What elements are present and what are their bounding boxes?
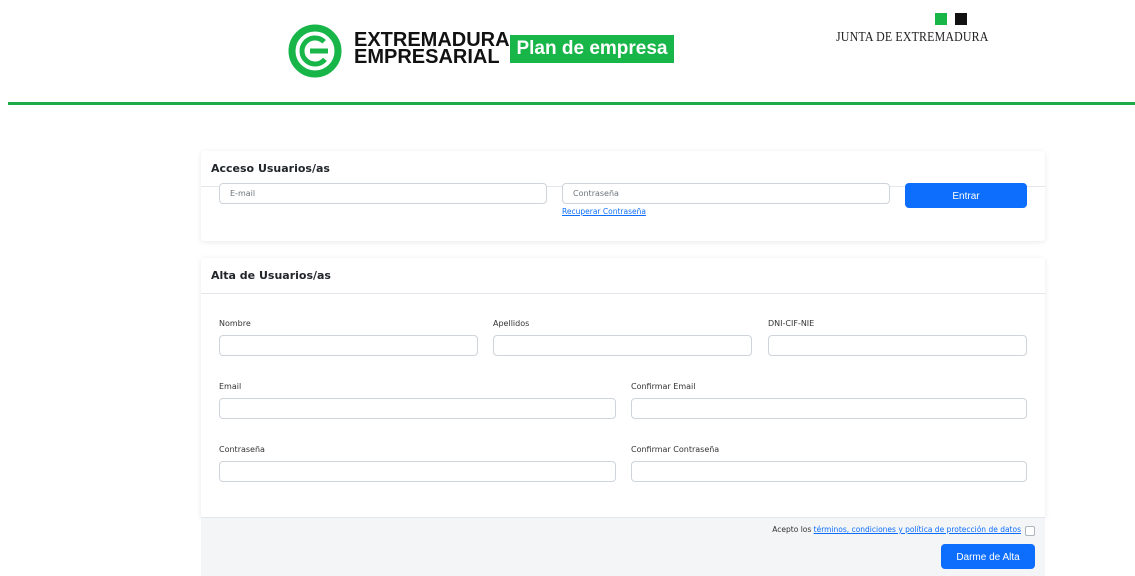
- confirm-email-label: Confirmar Email: [631, 382, 696, 391]
- terms-prefix: Acepto los: [772, 525, 814, 534]
- terms-text: Acepto los términos, condiciones y polít…: [772, 525, 1021, 534]
- login-title: Acceso Usuarios/as: [201, 151, 1045, 187]
- recover-password-link[interactable]: Recuperar Contraseña: [562, 207, 646, 216]
- password-label: Contraseña: [219, 445, 265, 454]
- apellidos-label: Apellidos: [493, 319, 530, 328]
- login-submit-button[interactable]: Entrar: [905, 183, 1027, 208]
- nombre-input[interactable]: [219, 335, 478, 356]
- confirm-password-label: Confirmar Contraseña: [631, 445, 720, 454]
- signup-footer: Acepto los términos, condiciones y polít…: [201, 517, 1045, 576]
- email-input[interactable]: [219, 398, 616, 419]
- login-email-input[interactable]: [219, 183, 547, 204]
- confirm-password-input[interactable]: [631, 461, 1027, 482]
- terms-checkbox[interactable]: [1025, 526, 1035, 536]
- header-divider: [8, 102, 1135, 105]
- email-label: Email: [219, 382, 242, 391]
- login-password-input[interactable]: [562, 183, 890, 204]
- apellidos-input[interactable]: [493, 335, 752, 356]
- confirm-email-input[interactable]: [631, 398, 1027, 419]
- terms-link[interactable]: términos, condiciones y política de prot…: [814, 525, 1021, 534]
- plan-de-empresa-badge: Plan de empresa: [510, 35, 674, 63]
- junta-logo-text: JUNTA DE EXTREMADURA: [836, 30, 989, 45]
- signup-title: Alta de Usuarios/as: [201, 258, 1045, 294]
- nombre-label: Nombre: [219, 319, 251, 328]
- signup-submit-button[interactable]: Darme de Alta: [941, 544, 1035, 569]
- junta-logo-icon: [935, 10, 975, 29]
- extremadura-empresarial-logo-icon: [288, 24, 342, 78]
- password-input[interactable]: [219, 461, 616, 482]
- signup-card: Alta de Usuarios/as Nombre Apellidos DNI…: [201, 258, 1045, 518]
- site-header: EXTREMADURA EMPRESARIAL Plan de empresa …: [0, 0, 1135, 106]
- brand-name: EXTREMADURA EMPRESARIAL: [354, 30, 510, 68]
- brand-line-2: EMPRESARIAL: [354, 46, 500, 68]
- dni-input[interactable]: [768, 335, 1027, 356]
- dni-label: DNI-CIF-NIE: [768, 319, 815, 328]
- login-card: Acceso Usuarios/as Recuperar Contraseña …: [201, 151, 1045, 241]
